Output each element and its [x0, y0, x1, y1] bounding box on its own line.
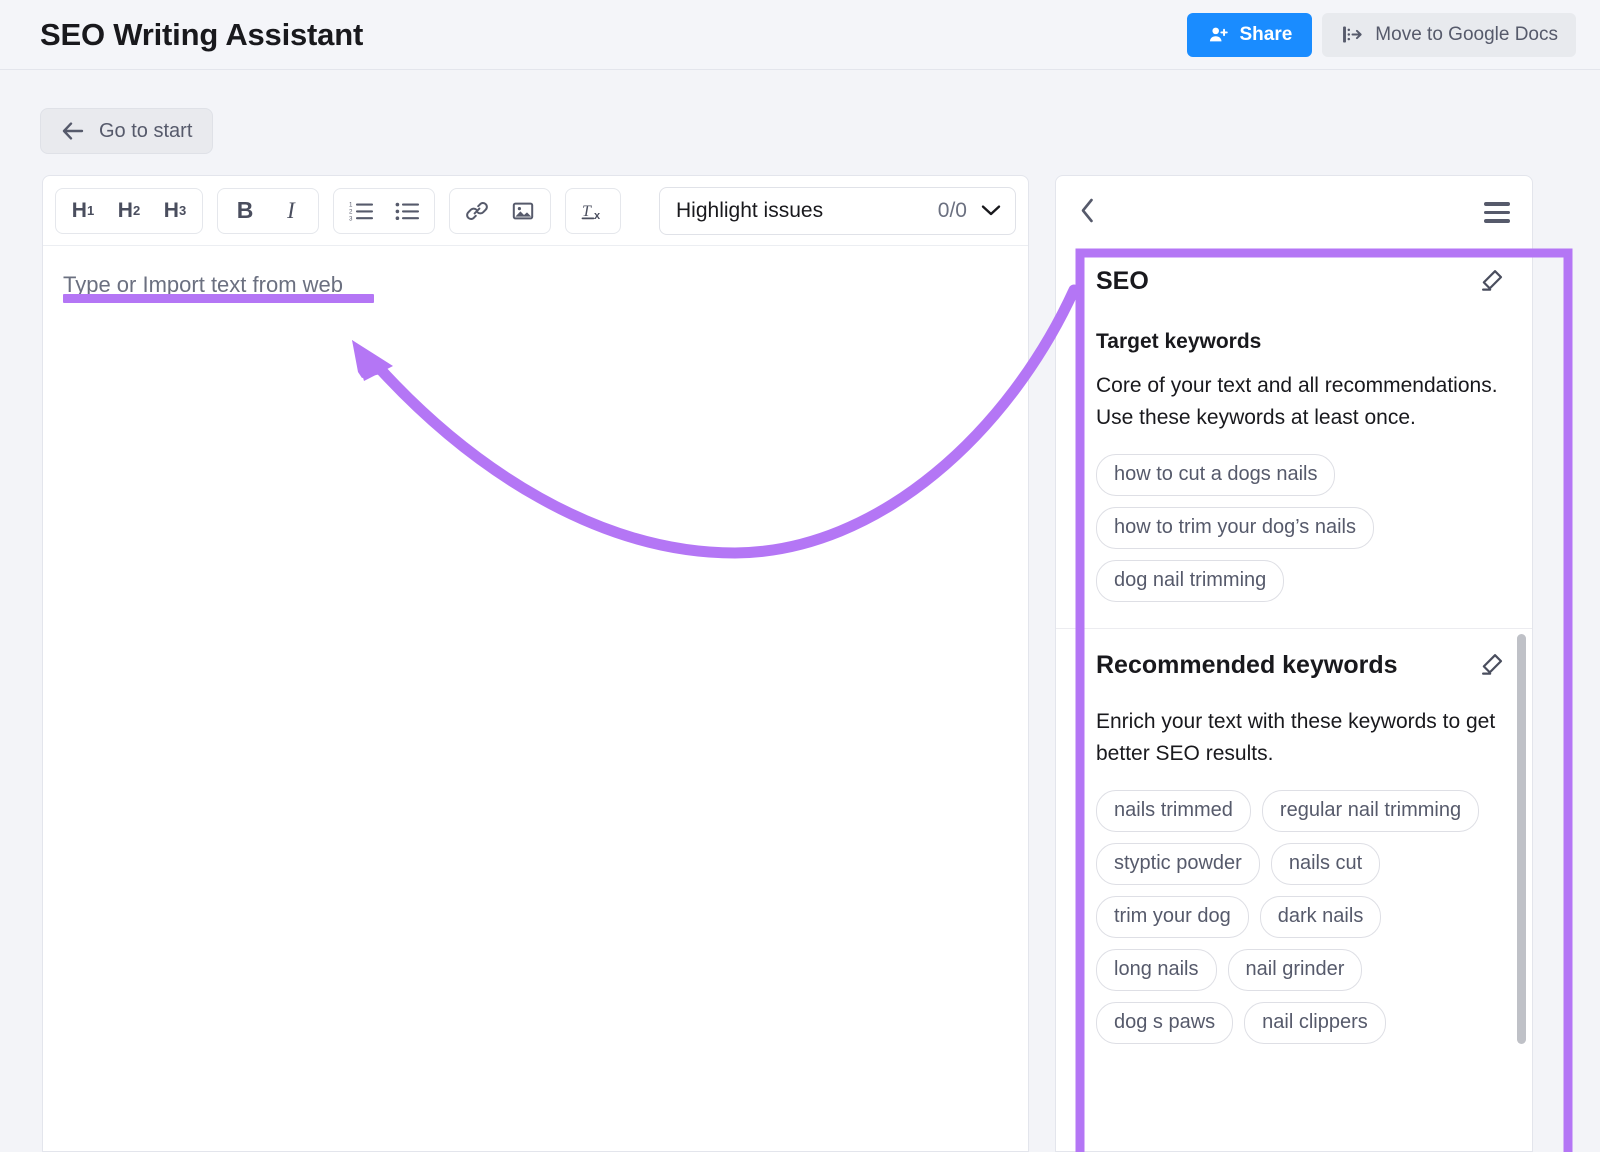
share-button[interactable]: Share — [1187, 13, 1312, 57]
keyword-chip[interactable]: dog nail trimming — [1096, 560, 1284, 602]
keyword-chip[interactable]: how to cut a dogs nails — [1096, 454, 1335, 496]
target-keywords-description: Core of your text and all recommendation… — [1096, 370, 1506, 434]
heading-3-level: 3 — [179, 203, 186, 218]
editor-card: H1 H2 H3 B I 1 2 3 — [42, 175, 1029, 1152]
heading-group: H1 H2 H3 — [55, 188, 203, 234]
svg-text:3: 3 — [349, 215, 353, 221]
editor-toolbar: H1 H2 H3 B I 1 2 3 — [43, 176, 1028, 246]
recommended-keywords-chips: nails trimmed regular nail trimming styp… — [1096, 790, 1506, 1044]
heading-2-button[interactable]: H2 — [106, 190, 152, 232]
heading-3-button[interactable]: H3 — [152, 190, 198, 232]
move-to-docs-icon — [1340, 23, 1363, 46]
bold-button[interactable]: B — [222, 190, 268, 232]
pencil-edit-icon[interactable] — [1478, 267, 1506, 300]
highlight-issues-label: Highlight issues — [676, 199, 823, 223]
image-button[interactable] — [500, 190, 546, 232]
clear-formatting-icon: T x — [580, 199, 606, 223]
keyword-chip[interactable]: trim your dog — [1096, 896, 1249, 938]
editor-body[interactable]: Type or Import text from web — [43, 246, 1028, 298]
app-header: SEO Writing Assistant Share — [0, 0, 1600, 70]
seo-section-title: SEO — [1096, 267, 1149, 296]
target-keywords-title: Target keywords — [1096, 330, 1506, 354]
keyword-chip[interactable]: how to trim your dog’s nails — [1096, 507, 1374, 549]
heading-1-button[interactable]: H1 — [60, 190, 106, 232]
svg-text:2: 2 — [349, 208, 353, 215]
target-keywords-chips: how to cut a dogs nails how to trim your… — [1096, 454, 1506, 602]
highlight-issues-right: 0/0 — [938, 199, 1001, 223]
underline-highlight-bar — [63, 294, 374, 303]
insert-group — [449, 188, 551, 234]
panel-header — [1056, 176, 1532, 249]
chevron-down-icon — [981, 204, 1001, 217]
link-icon — [465, 199, 489, 223]
text-style-group: B I — [217, 188, 319, 234]
clear-formatting-button[interactable]: T x — [570, 190, 616, 232]
recommended-keywords-title: Recommended keywords — [1096, 651, 1398, 680]
seo-section-header: SEO — [1096, 267, 1506, 300]
move-to-docs-label: Move to Google Docs — [1375, 24, 1558, 46]
seo-writing-assistant-app: SEO Writing Assistant Share — [0, 0, 1600, 1152]
highlight-issues-count: 0/0 — [938, 199, 967, 223]
bullet-list-icon — [395, 200, 420, 222]
seo-section: SEO Target keywords Core of your text an… — [1056, 249, 1532, 628]
bullet-list-button[interactable] — [384, 190, 430, 232]
page-title: SEO Writing Assistant — [40, 17, 363, 53]
heading-1-level: 1 — [87, 203, 94, 218]
image-icon — [511, 199, 535, 223]
pencil-edit-icon[interactable] — [1478, 651, 1506, 684]
share-label: Share — [1239, 24, 1292, 46]
panel-scrollbar-thumb[interactable] — [1517, 634, 1526, 1044]
keyword-chip[interactable]: dark nails — [1260, 896, 1382, 938]
keyword-chip[interactable]: styptic powder — [1096, 843, 1260, 885]
ordered-list-icon: 1 2 3 — [349, 200, 374, 222]
go-to-start-button[interactable]: Go to start — [40, 108, 213, 154]
recommended-keywords-header: Recommended keywords — [1096, 651, 1506, 684]
heading-2-level: 2 — [133, 203, 140, 218]
svg-text:x: x — [594, 210, 601, 222]
link-button[interactable] — [454, 190, 500, 232]
chevron-left-icon[interactable] — [1080, 198, 1095, 227]
go-to-start-label: Go to start — [99, 120, 192, 143]
move-to-google-docs-button[interactable]: Move to Google Docs — [1322, 13, 1576, 57]
keyword-chip[interactable]: nail grinder — [1228, 949, 1363, 991]
keyword-chip[interactable]: nails cut — [1271, 843, 1380, 885]
recommended-keywords-section: Recommended keywords Enrich your text wi… — [1056, 628, 1532, 1070]
list-group: 1 2 3 — [333, 188, 435, 234]
ordered-list-button[interactable]: 1 2 3 — [338, 190, 384, 232]
svg-text:1: 1 — [349, 201, 353, 208]
keyword-chip[interactable]: dog s paws — [1096, 1002, 1233, 1044]
clear-format-group: T x — [565, 188, 621, 234]
keyword-chip[interactable]: long nails — [1096, 949, 1217, 991]
header-actions: Share Move to Google Docs — [1187, 13, 1576, 57]
highlight-issues-select[interactable]: Highlight issues 0/0 — [659, 187, 1016, 235]
user-plus-icon — [1207, 24, 1229, 46]
keyword-chip[interactable]: regular nail trimming — [1262, 790, 1479, 832]
keyword-chip[interactable]: nails trimmed — [1096, 790, 1251, 832]
arrow-left-icon — [61, 120, 85, 142]
italic-button[interactable]: I — [268, 190, 314, 232]
svg-text:T: T — [582, 203, 592, 220]
recommended-keywords-description: Enrich your text with these keywords to … — [1096, 706, 1506, 770]
seo-side-panel: SEO Target keywords Core of your text an… — [1055, 175, 1533, 1152]
hamburger-menu-icon[interactable] — [1484, 202, 1510, 223]
panel-scroll-area: SEO Target keywords Core of your text an… — [1056, 249, 1532, 1152]
keyword-chip[interactable]: nail clippers — [1244, 1002, 1386, 1044]
